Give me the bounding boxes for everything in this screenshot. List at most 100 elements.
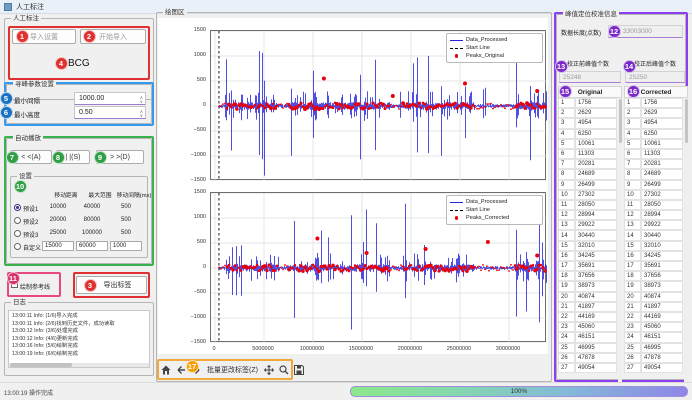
preset-radio-3[interactable] <box>14 230 21 237</box>
log-scrollbar-thumb[interactable] <box>10 363 72 367</box>
annotation-badge-2: 2 <box>83 30 96 43</box>
batch-edit-label[interactable]: 批量更改标签(Z) <box>207 365 258 375</box>
pan-icon[interactable] <box>263 364 275 376</box>
peak-index-cell: 18 <box>558 271 575 281</box>
peak-row[interactable]: 720281 <box>624 159 688 169</box>
peak-row[interactable]: 34954 <box>558 118 622 128</box>
original-peaks-table[interactable]: Original 1175622629349544625051006161130… <box>558 86 622 373</box>
peak-row[interactable]: 1837656 <box>624 271 688 281</box>
peak-row[interactable]: 1430440 <box>558 230 622 240</box>
peak-row[interactable]: 1532010 <box>624 241 688 251</box>
peak-row[interactable]: 2647878 <box>558 353 622 363</box>
peak-row[interactable]: 1735691 <box>624 261 688 271</box>
peak-row[interactable]: 1228994 <box>624 210 688 220</box>
peak-row[interactable]: 926499 <box>558 180 622 190</box>
peak-row[interactable]: 611303 <box>558 149 622 159</box>
y-tick-label: 0 <box>176 264 206 270</box>
original-table-scrollbar[interactable] <box>618 98 622 386</box>
y-tick-label: −500 <box>176 289 206 295</box>
preset-radio-1[interactable] <box>14 204 21 211</box>
peak-row[interactable]: 2040874 <box>624 292 688 302</box>
min-height-spin-arrows[interactable]: ∧∨ <box>140 107 143 120</box>
zoom-icon[interactable] <box>278 364 290 376</box>
peak-row[interactable]: 2141897 <box>624 302 688 312</box>
peak-row[interactable]: 2244169 <box>624 312 688 322</box>
peak-index-cell: 19 <box>558 281 575 291</box>
preset-value: 500 <box>108 230 144 236</box>
peak-row[interactable]: 1634245 <box>558 251 622 261</box>
peak-row[interactable]: 2040874 <box>558 292 622 302</box>
scrollbar-thumb[interactable] <box>685 99 688 143</box>
peak-row[interactable]: 11756 <box>558 98 622 108</box>
peak-value-cell: 20281 <box>641 159 683 169</box>
peak-row[interactable]: 824689 <box>624 169 688 179</box>
peak-row[interactable]: 824689 <box>558 169 622 179</box>
preset-radio-4[interactable] <box>14 243 21 250</box>
annotation-badge-9: 9 <box>94 151 107 164</box>
annotation-badge-13: 13 <box>555 60 568 73</box>
peak-row[interactable]: 1329922 <box>624 220 688 230</box>
peak-row[interactable]: 1938973 <box>624 281 688 291</box>
peak-row[interactable]: 2446151 <box>624 332 688 342</box>
x-tick-label: 15000000 <box>339 346 383 352</box>
peak-row[interactable]: 1938973 <box>558 281 622 291</box>
peak-row[interactable]: 2749054 <box>558 363 622 373</box>
peak-row[interactable]: 2345060 <box>558 322 622 332</box>
peak-row[interactable]: 34954 <box>624 118 688 128</box>
peak-row[interactable]: 22629 <box>624 108 688 118</box>
peak-row[interactable]: 510061 <box>624 139 688 149</box>
peak-row[interactable]: 1634245 <box>624 251 688 261</box>
peak-row[interactable]: 2141897 <box>558 302 622 312</box>
peak-value-cell: 35691 <box>575 261 617 271</box>
peak-row[interactable]: 2749054 <box>624 363 688 373</box>
peak-index-cell: 23 <box>558 322 575 332</box>
min-height-input[interactable]: 0.50 ∧∨ <box>74 106 146 119</box>
peak-row[interactable]: 510061 <box>558 139 622 149</box>
peak-row[interactable]: 2546995 <box>558 343 622 353</box>
custom-value-input[interactable]: 1000 <box>110 241 142 251</box>
peak-row[interactable]: 611303 <box>624 149 688 159</box>
log-horizontal-scrollbar[interactable] <box>9 363 149 367</box>
min-interval-input[interactable]: 1000.00 ∧∨ <box>74 92 146 105</box>
custom-value-input[interactable]: 15000 <box>42 241 74 251</box>
custom-value-input[interactable]: 60000 <box>76 241 108 251</box>
peak-row[interactable]: 1128050 <box>624 200 688 210</box>
peak-row[interactable]: 1837656 <box>558 271 622 281</box>
peak-row[interactable]: 1128050 <box>558 200 622 210</box>
peak-value-cell: 47878 <box>575 353 617 363</box>
peak-value-cell: 6250 <box>641 129 683 139</box>
peak-row[interactable]: 2647878 <box>624 353 688 363</box>
peak-row[interactable]: 22629 <box>558 108 622 118</box>
home-icon[interactable] <box>160 364 172 376</box>
peak-row[interactable]: 2345060 <box>624 322 688 332</box>
peak-row[interactable]: 2446151 <box>558 332 622 342</box>
peak-value-cell: 38973 <box>575 281 617 291</box>
peak-row[interactable]: 46250 <box>558 129 622 139</box>
peak-row[interactable]: 1532010 <box>558 241 622 251</box>
peak-row[interactable]: 1329922 <box>558 220 622 230</box>
peak-row[interactable]: 1228994 <box>558 210 622 220</box>
peak-row[interactable]: 2244169 <box>558 312 622 322</box>
peak-row[interactable]: 1735691 <box>558 261 622 271</box>
log-group-title: 日志 <box>11 299 28 307</box>
peak-index-cell: 24 <box>624 332 641 342</box>
peak-value-cell: 29922 <box>641 220 683 230</box>
save-icon[interactable] <box>293 364 305 376</box>
corrected-table-scrollbar[interactable] <box>684 98 688 386</box>
peak-row[interactable]: 1027302 <box>624 190 688 200</box>
peak-row[interactable]: 11756 <box>624 98 688 108</box>
before-count-field: 25248 <box>559 71 621 83</box>
peak-row[interactable]: 720281 <box>558 159 622 169</box>
peak-row[interactable]: 46250 <box>624 129 688 139</box>
corrected-peaks-table[interactable]: Corrected 117562262934954462505100616113… <box>624 86 688 373</box>
log-output[interactable]: 13:00:11 Info: (1/6)导入完成13:00:11 Info: (… <box>8 310 150 368</box>
y-tick-label: 1000 <box>176 52 206 58</box>
peak-row[interactable]: 2546995 <box>624 343 688 353</box>
peak-row[interactable]: 926499 <box>624 180 688 190</box>
preset-radio-2[interactable] <box>14 217 21 224</box>
peak-row[interactable]: 1027302 <box>558 190 622 200</box>
scrollbar-thumb[interactable] <box>619 99 622 143</box>
legend-entry: Data_Processed <box>466 199 507 205</box>
peak-row[interactable]: 1430440 <box>624 230 688 240</box>
min-interval-spin-arrows[interactable]: ∧∨ <box>140 93 143 106</box>
